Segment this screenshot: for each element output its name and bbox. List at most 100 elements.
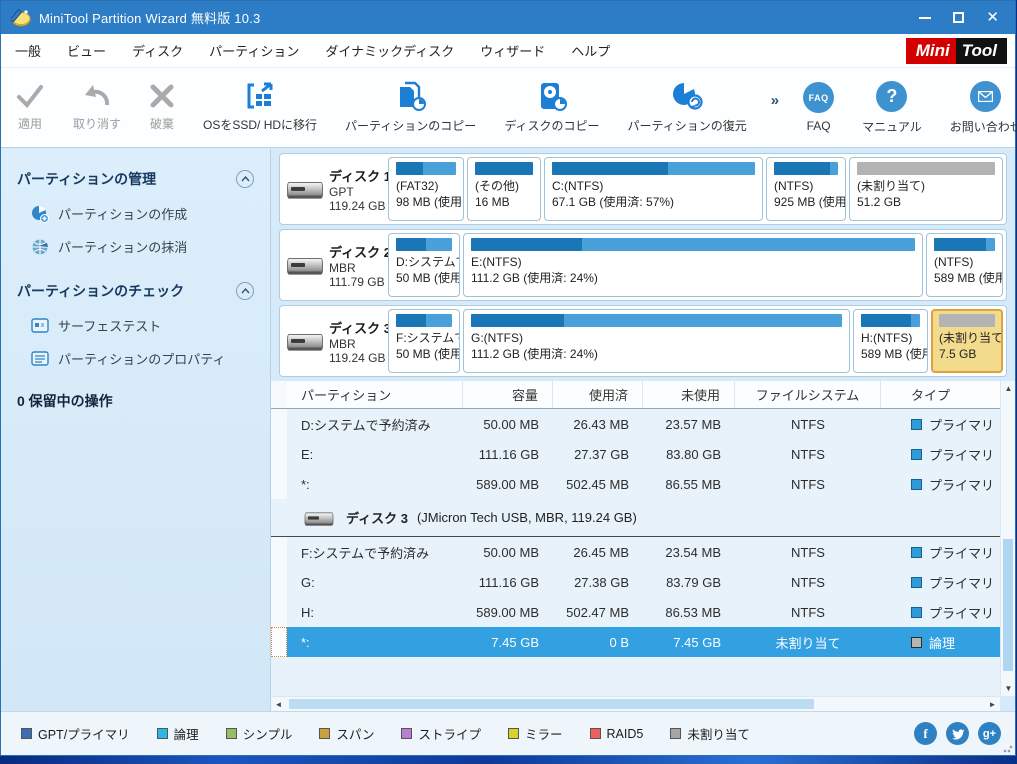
hdd-icon	[287, 258, 323, 272]
copy-disk-icon	[535, 81, 569, 111]
legend-gpt-primary: GPT/プライマリ	[21, 724, 130, 743]
sidebar-item-surface-test[interactable]: サーフェステスト	[1, 309, 270, 342]
table-row[interactable]: F:システムで予約済み 50.00 MB 26.45 MB 23.54 MB N…	[271, 537, 1000, 567]
primary-type-square	[911, 449, 922, 460]
title-bar: MiniTool Partition Wizard 無料版 10.3 ✕	[1, 1, 1015, 34]
disk-group-header[interactable]: ディスク 3 (JMicron Tech USB, MBR, 119.24 GB…	[271, 499, 1000, 537]
partition-block[interactable]: (NTFS) 589 MB (使用	[926, 233, 1003, 297]
close-button[interactable]: ✕	[986, 10, 999, 25]
google-plus-icon[interactable]: g+	[978, 722, 1001, 745]
unallocated-block[interactable]: (未割り当て) 51.2 GB	[849, 157, 1003, 221]
scroll-down-arrow[interactable]: ▼	[1001, 681, 1016, 696]
minimize-button[interactable]	[919, 17, 931, 19]
toolbar-overflow-button[interactable]: »	[761, 92, 789, 109]
check-icon	[15, 83, 45, 109]
x-icon	[149, 83, 175, 109]
disk3-info[interactable]: ディスク 3 MBR 119.24 GB	[283, 309, 385, 373]
faq-button[interactable]: FAQ FAQ	[789, 68, 848, 147]
migrate-os-icon	[244, 82, 276, 110]
copy-disk-button[interactable]: ディスクのコピー	[490, 68, 613, 147]
legend-raid5: RAID5	[590, 727, 644, 741]
scroll-up-arrow[interactable]: ▲	[1001, 381, 1016, 396]
col-partition[interactable]: パーティション	[287, 381, 463, 408]
manual-button[interactable]: ? マニュアル	[848, 68, 936, 147]
table-row[interactable]: E: 111.16 GB 27.37 GB 83.80 GB NTFS プライマ…	[271, 439, 1000, 469]
table-row[interactable]: D:システムで予約済み 50.00 MB 26.43 MB 23.57 MB N…	[271, 409, 1000, 439]
usage-bar	[396, 314, 452, 327]
faq-icon: FAQ	[803, 82, 834, 113]
vertical-scrollbar[interactable]: ▲ ▼	[1000, 381, 1015, 696]
horizontal-scrollbar[interactable]: ◄ ►	[271, 696, 1000, 711]
twitter-icon[interactable]	[946, 722, 969, 745]
create-partition-icon	[31, 205, 49, 223]
resize-grip[interactable]	[1003, 743, 1013, 753]
hdd-icon	[287, 182, 323, 196]
table-row-selected[interactable]: *: 7.45 GB 0 B 7.45 GB 未割り当て 論理	[271, 627, 1000, 657]
legend-square	[157, 728, 168, 739]
menu-partition[interactable]: パーティション	[209, 41, 299, 60]
copy-partition-icon	[394, 81, 428, 111]
table-row[interactable]: H: 589.00 MB 502.47 MB 86.53 MB NTFS プライ…	[271, 597, 1000, 627]
col-capacity[interactable]: 容量	[463, 381, 553, 408]
sidebar-item-wipe-partition[interactable]: パーティションの抹消	[1, 230, 270, 263]
contact-button[interactable]: お問い合わせ	[936, 68, 1017, 147]
primary-type-square	[911, 607, 922, 618]
undo-arrow-icon	[82, 83, 112, 109]
col-filesystem[interactable]: ファイルシステム	[735, 381, 881, 408]
partition-block-g[interactable]: G:(NTFS) 111.2 GB (使用済: 24%)	[463, 309, 850, 373]
partition-block[interactable]: (その他) 16 MB	[467, 157, 541, 221]
envelope-icon	[970, 81, 1001, 112]
window-title: MiniTool Partition Wizard 無料版 10.3	[39, 8, 919, 27]
discard-button[interactable]: 破棄	[135, 68, 189, 147]
wipe-partition-icon	[31, 238, 49, 256]
sidebar-item-create-partition[interactable]: パーティションの作成	[1, 197, 270, 230]
partition-block-f[interactable]: F:システムで 50 MB (使用	[388, 309, 460, 373]
facebook-icon[interactable]: f	[914, 722, 937, 745]
table-row[interactable]: *: 589.00 MB 502.45 MB 86.55 MB NTFS プライ…	[271, 469, 1000, 499]
menu-view[interactable]: ビュー	[67, 41, 106, 60]
sidebar-item-partition-properties[interactable]: パーティションのプロパティ	[1, 342, 270, 375]
migrate-os-button[interactable]: OSをSSD/ HDに移行	[189, 68, 331, 147]
col-type[interactable]: タイプ	[881, 381, 1000, 408]
usage-bar	[475, 162, 533, 175]
collapse-section-button-2[interactable]	[236, 282, 254, 300]
primary-type-square	[911, 419, 922, 430]
menu-dynamic-disk[interactable]: ダイナミックディスク	[325, 41, 454, 60]
chevron-up-icon	[241, 176, 250, 182]
usage-bar	[552, 162, 755, 175]
copy-partition-button[interactable]: パーティションのコピー	[331, 68, 490, 147]
collapse-section-button[interactable]	[236, 170, 254, 188]
partition-block[interactable]: (FAT32) 98 MB (使用	[388, 157, 464, 221]
horizontal-scroll-thumb[interactable]	[289, 699, 814, 709]
legend-square	[670, 728, 681, 739]
primary-type-square	[911, 547, 922, 558]
partition-block-d[interactable]: D:システムで 50 MB (使用	[388, 233, 460, 297]
menu-help[interactable]: ヘルプ	[571, 41, 610, 60]
col-used[interactable]: 使用済	[553, 381, 643, 408]
disk-row-1: ディスク 1 GPT 119.24 GB (FAT32) 98 MB (使用 (…	[279, 153, 1007, 225]
usage-bar	[396, 238, 452, 251]
unallocated-block-selected[interactable]: (未割り当て) 7.5 GB	[931, 309, 1003, 373]
legend-logical: 論理	[157, 724, 199, 743]
scroll-right-arrow[interactable]: ►	[985, 697, 1000, 712]
undo-button[interactable]: 取り消す	[59, 68, 135, 147]
disk2-info[interactable]: ディスク 2 MBR 111.79 GB	[283, 233, 385, 297]
table-row[interactable]: G: 111.16 GB 27.38 GB 83.79 GB NTFS プライマ…	[271, 567, 1000, 597]
disk-map-and-table: ディスク 1 GPT 119.24 GB (FAT32) 98 MB (使用 (…	[271, 149, 1015, 711]
vertical-scroll-thumb[interactable]	[1003, 539, 1013, 671]
menu-disk[interactable]: ディスク	[132, 41, 183, 60]
maximize-button[interactable]	[953, 12, 964, 23]
partition-block-e[interactable]: E:(NTFS) 111.2 GB (使用済: 24%)	[463, 233, 923, 297]
partition-block[interactable]: (NTFS) 925 MB (使用	[766, 157, 846, 221]
menu-wizard[interactable]: ウィザード	[480, 41, 545, 60]
col-unused[interactable]: 未使用	[643, 381, 735, 408]
recover-partition-button[interactable]: パーティションの復元	[613, 68, 760, 147]
scroll-left-arrow[interactable]: ◄	[271, 697, 286, 712]
section-partition-management: パーティションの管理	[17, 169, 156, 189]
apply-button[interactable]: 適用	[1, 68, 59, 147]
disk1-info[interactable]: ディスク 1 GPT 119.24 GB	[283, 157, 385, 221]
partition-block-c[interactable]: C:(NTFS) 67.1 GB (使用済: 57%)	[544, 157, 763, 221]
partition-block-h[interactable]: H:(NTFS) 589 MB (使用	[853, 309, 928, 373]
legend-span: スパン	[319, 724, 374, 743]
menu-general[interactable]: 一般	[15, 41, 41, 60]
